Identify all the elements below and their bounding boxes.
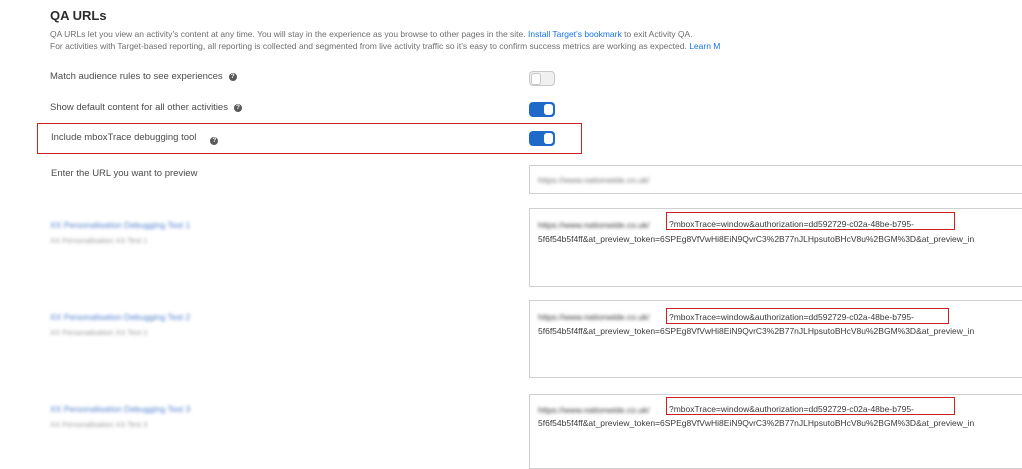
qa-url-highlight: ?mboxTrace=window&authorization=dd592729… [666, 308, 949, 324]
setting-match-audience: Match audience rules to see experiences? [50, 71, 237, 82]
experience-subtitle: XX Personalisation XX Test 1 [50, 236, 148, 245]
description-text: For activities with Target-based reporti… [50, 41, 690, 51]
qa-url-highlight: ?mboxTrace=window&authorization=dd592729… [666, 397, 955, 415]
description-text: to exit Activity QA. [621, 29, 693, 39]
learn-more-link[interactable]: Learn M [689, 41, 720, 51]
preview-url-label: Enter the URL you want to preview [51, 168, 198, 179]
qa-url-prefix: https://www.nationwide.co.uk/ [538, 405, 650, 415]
qa-url-prefix: https://www.nationwide.co.uk/ [538, 312, 650, 322]
description-text: QA URLs let you view an activity’s conte… [50, 29, 528, 39]
match-audience-toggle[interactable] [529, 71, 555, 86]
setting-label: Show default content for all other activ… [50, 102, 228, 113]
experience-name[interactable]: XX Personalisation Debugging Test 2 [50, 312, 190, 322]
preview-url-value: https://www.nationwide.co.uk/ [538, 175, 650, 185]
install-bookmark-link[interactable]: Install Target’s bookmark [528, 29, 622, 39]
qa-url-textarea[interactable]: https://www.nationwide.co.uk/ ?mboxTrace… [529, 300, 1022, 378]
section-description-line2: For activities with Target-based reporti… [50, 41, 744, 51]
qa-url-textarea[interactable]: https://www.nationwide.co.uk/ ?mboxTrace… [529, 208, 1022, 287]
experience-name[interactable]: XX Personalisation Debugging Test 1 [50, 220, 190, 230]
show-default-content-toggle[interactable] [529, 102, 555, 117]
experience-subtitle: XX Personalisation XX Test 3 [50, 420, 148, 429]
help-icon[interactable]: ? [228, 73, 237, 81]
setting-include-mboxtrace: Include mboxTrace debugging tool? [51, 132, 219, 145]
section-title: QA URLs [50, 8, 107, 23]
qa-url-prefix: https://www.nationwide.co.uk/ [538, 220, 650, 230]
mboxtrace-toggle[interactable] [529, 131, 555, 146]
experience-name[interactable]: XX Personalisation Debugging Test 3 [50, 404, 190, 414]
experience-subtitle: XX Personalisation XX Test 2 [50, 328, 148, 337]
toggle-knob [531, 73, 541, 85]
section-description-line1: QA URLs let you view an activity’s conte… [50, 29, 693, 39]
qa-url-line2: 5f6f54b5f4ff&at_preview_token=6SPEg8VfVw… [538, 418, 975, 428]
help-icon[interactable]: ? [210, 137, 219, 145]
qa-url-line2: 5f6f54b5f4ff&at_preview_token=6SPEg8VfVw… [538, 326, 975, 336]
help-icon[interactable]: ? [233, 104, 242, 112]
qa-url-line2: 5f6f54b5f4ff&at_preview_token=6SPEg8VfVw… [538, 234, 975, 244]
setting-label: Match audience rules to see experiences [50, 71, 223, 82]
preview-url-input[interactable]: https://www.nationwide.co.uk/ [529, 165, 1022, 194]
qa-url-highlight: ?mboxTrace=window&authorization=dd592729… [666, 212, 955, 230]
qa-url-textarea[interactable]: https://www.nationwide.co.uk/ ?mboxTrace… [529, 394, 1022, 469]
setting-label: Include mboxTrace debugging tool [51, 132, 197, 143]
toggle-knob [544, 133, 553, 144]
setting-show-default-content: Show default content for all other activ… [50, 102, 242, 113]
toggle-knob [544, 104, 553, 115]
